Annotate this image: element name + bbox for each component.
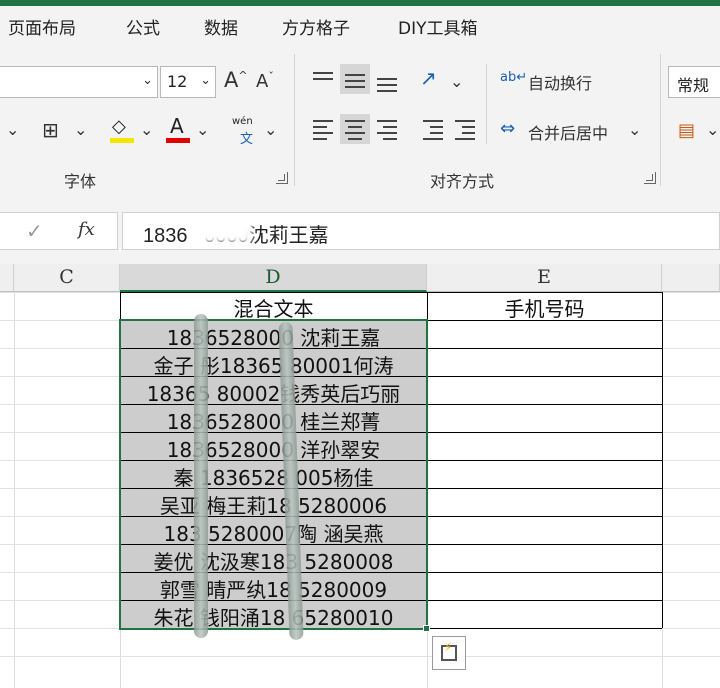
- orientation-icon[interactable]: ↗: [420, 66, 437, 90]
- formula-bar: ✓ fx 1836 0000沈莉王嘉: [0, 196, 720, 264]
- number-format-select[interactable]: 常规: [668, 66, 720, 98]
- merge-center-label: 合并后居中: [528, 124, 609, 143]
- font-name-select[interactable]: ⌄: [0, 66, 158, 98]
- phone-cell[interactable]: [428, 517, 661, 545]
- phonetic-char: 文: [240, 132, 254, 147]
- spreadsheet-grid: C D E 混合文本 手机号码 1836528000 沈莉王嘉 金子 彤18365…: [0, 264, 720, 688]
- shrink-font-label: A: [256, 71, 269, 92]
- chevron-down-icon[interactable]: ⌄: [264, 120, 277, 139]
- grid-line: [0, 656, 720, 657]
- paint-bucket-icon: ◇: [112, 116, 126, 137]
- group-separator: [486, 64, 487, 144]
- align-dialog-launcher[interactable]: [644, 172, 656, 184]
- ribbon: ⌄ 12 ⌄ A^ Aˇ ⌄ ⊞ ⌄ ◇ ⌄ A ⌄ wén 文 ⌄ 字体 ↗ ⌄: [0, 44, 720, 196]
- phone-cell[interactable]: [428, 601, 661, 629]
- chevron-down-icon[interactable]: ⌄: [6, 120, 19, 139]
- shrink-font-button[interactable]: Aˇ: [256, 70, 274, 92]
- align-group-label: 对齐方式: [430, 172, 495, 191]
- chevron-down-icon: ⌄: [142, 73, 153, 88]
- align-left-button[interactable]: [308, 114, 338, 144]
- align-center-button[interactable]: [340, 114, 370, 144]
- phone-cell[interactable]: [428, 377, 661, 405]
- table-border: [662, 292, 663, 628]
- font-color-button[interactable]: A: [166, 114, 190, 144]
- menu-page-layout[interactable]: 页面布局: [8, 14, 76, 39]
- selection-range: [119, 319, 428, 630]
- chevron-down-icon: ⌄: [200, 73, 211, 88]
- header-cell-phone[interactable]: 手机号码: [427, 292, 662, 320]
- phone-cell[interactable]: [428, 489, 661, 517]
- column-header-e[interactable]: E: [427, 264, 662, 292]
- align-middle-button[interactable]: [340, 64, 370, 94]
- column-header-d[interactable]: D: [120, 264, 427, 292]
- fill-handle[interactable]: [423, 625, 430, 632]
- increase-indent-button[interactable]: [450, 114, 480, 144]
- redaction-blur: [196, 220, 252, 242]
- chevron-down-icon: ⌄: [628, 120, 642, 139]
- fill-color-button[interactable]: ◇: [110, 116, 134, 144]
- menu-fangfang[interactable]: 方方格子: [282, 14, 350, 39]
- font-size-select[interactable]: 12 ⌄: [160, 66, 216, 98]
- font-dialog-launcher[interactable]: [276, 172, 288, 184]
- grow-font-button[interactable]: A^: [224, 68, 248, 92]
- header-cell-mixed-text[interactable]: 混合文本: [120, 292, 427, 320]
- align-top-button[interactable]: [308, 64, 338, 94]
- phone-cell[interactable]: [428, 461, 661, 489]
- merge-icon: ⇔: [500, 118, 516, 139]
- lightning-icon: ⚡: [444, 640, 453, 654]
- phone-cell[interactable]: [428, 545, 661, 573]
- wrap-text-button[interactable]: ab↵ 自动换行: [500, 68, 610, 94]
- formula-buttons: ✓ fx: [0, 212, 118, 250]
- font-color-a-icon: A: [170, 114, 184, 138]
- menu-formulas[interactable]: 公式: [126, 14, 160, 39]
- phone-cell[interactable]: [428, 573, 661, 601]
- quick-analysis-button[interactable]: ⚡: [432, 636, 466, 670]
- row-header-column: [0, 264, 14, 292]
- wrap-text-icon: ab↵: [500, 70, 528, 85]
- column-header-f[interactable]: [662, 264, 720, 292]
- chevron-down-icon[interactable]: ⌄: [706, 120, 719, 139]
- menu-diy-toolbox[interactable]: DIY工具箱: [398, 14, 478, 39]
- chevron-down-icon[interactable]: ⌄: [140, 120, 153, 139]
- fill-color-swatch: [110, 138, 134, 143]
- phone-cell[interactable]: [428, 321, 661, 349]
- phone-cell[interactable]: [428, 349, 661, 377]
- font-color-swatch: [166, 138, 190, 143]
- phonetic-label: wén: [232, 116, 253, 127]
- chevron-down-icon[interactable]: ⌄: [450, 72, 463, 91]
- phonetic-button[interactable]: wén 文: [232, 116, 262, 147]
- font-group-label: 字体: [64, 172, 97, 191]
- column-header-c[interactable]: C: [14, 264, 120, 292]
- wrap-text-label: 自动换行: [528, 74, 593, 93]
- insert-function-icon[interactable]: fx: [78, 219, 95, 240]
- decrease-indent-button[interactable]: [418, 114, 448, 144]
- font-size-value: 12: [167, 72, 188, 91]
- merge-center-button[interactable]: ⇔ 合并后居中 ⌄: [500, 118, 650, 144]
- chevron-down-icon[interactable]: ⌄: [74, 120, 87, 139]
- number-format-value: 常规: [677, 76, 710, 95]
- phone-cell[interactable]: [428, 433, 661, 461]
- conditional-format-icon[interactable]: ▤: [678, 120, 695, 141]
- align-bottom-button[interactable]: [372, 64, 402, 94]
- grow-font-label: A: [224, 68, 239, 92]
- chevron-down-icon[interactable]: ⌄: [196, 120, 209, 139]
- phone-cell[interactable]: [428, 405, 661, 433]
- menu-data[interactable]: 数据: [204, 14, 238, 39]
- menu-bar: 页面布局 公式 数据 方方格子 DIY工具箱: [0, 6, 720, 44]
- redaction-stroke: [194, 314, 208, 638]
- align-right-button[interactable]: [372, 114, 402, 144]
- enter-check-icon[interactable]: ✓: [26, 219, 43, 243]
- border-button[interactable]: ⊞: [42, 118, 59, 142]
- group-separator: [294, 54, 295, 186]
- group-separator: [660, 54, 661, 186]
